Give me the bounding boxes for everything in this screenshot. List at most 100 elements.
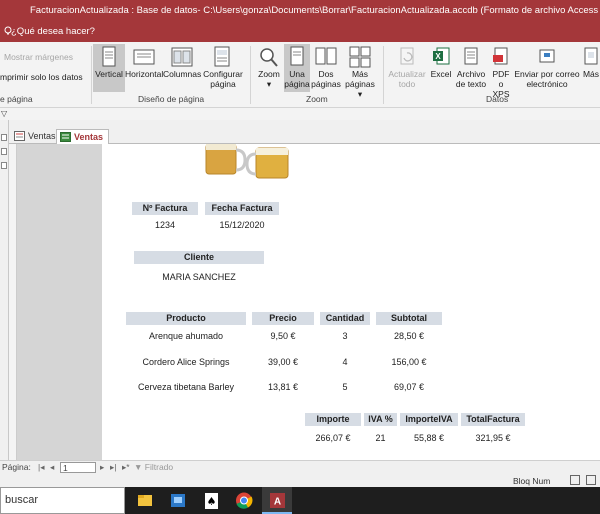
quantity-header: Cantidad [320,312,370,325]
last-page-button[interactable]: ▸| [110,462,116,473]
more-data-button[interactable]: Más [582,44,600,92]
chrome-browser-icon[interactable] [229,487,259,514]
page-size-group: Mostrar márgenes mprimir solo los datos … [0,42,92,108]
columns-label: Columnas [163,69,202,79]
horizontal-button[interactable]: Horizontal [125,44,163,92]
table-cell-quantity: 4 [342,357,348,367]
pdf-icon [493,47,508,65]
email-label-1: Enviar por correo [514,69,580,79]
email-label-2: electrónico [526,79,568,89]
refresh-all-button[interactable]: Actualizar todo [386,44,428,92]
zoom-group-label: Zoom [306,94,328,104]
two-pages-button[interactable]: Dos páginas [311,44,341,92]
tab-ventas-form[interactable]: Ventas [11,129,61,144]
print-data-only-checkbox[interactable]: mprimir solo los datos [0,72,83,82]
photos-app-icon[interactable] [163,487,193,514]
client-value: MARIA SANCHEZ [162,272,236,282]
workspace: Ventas Ventas Nº Factura Fecha Factura 1… [0,120,600,460]
tab-ventas-report[interactable]: Ventas [56,129,110,144]
filter-icon: ▼ [134,462,145,472]
columns-button[interactable]: Columnas [163,44,201,92]
nav-object-icon[interactable] [1,148,7,155]
table-cell-quantity: 5 [342,382,348,392]
report-viewer[interactable]: Nº Factura Fecha Factura 1234 15/12/2020… [17,144,600,460]
excel-label: Excel [430,69,452,79]
tell-me-input[interactable]: ¿Qué desea hacer? [11,22,95,42]
ribbon: Mostrar márgenes mprimir solo los datos … [0,42,600,108]
beer-mugs-logo [205,144,289,179]
export-pdf-button[interactable]: PDF o XPS [489,44,513,99]
table-cell-subtotal: 28,50 € [393,331,425,341]
nav-object-icon[interactable] [1,162,7,169]
one-page-icon [290,46,304,66]
vat-percent-header: IVA % [364,413,397,426]
previous-page-button[interactable]: ◂ [50,462,54,473]
page-layout-group-label: Diseño de página [138,94,205,104]
one-page-label-2: página [284,79,310,89]
show-margins-checkbox[interactable]: Mostrar márgenes [4,52,73,62]
vertical-scrollbar[interactable] [9,144,17,460]
more-export-icon [584,47,598,65]
page-number-input[interactable]: 1 [60,462,96,473]
document-tabs: Ventas Ventas [9,120,600,144]
one-page-button[interactable]: Una página [284,44,310,92]
export-text-button[interactable]: Archivo de texto [454,44,488,92]
page-setup-button[interactable]: Configurar página [201,44,245,92]
access-app-icon[interactable]: A [262,487,292,514]
two-pages-icon [315,47,337,65]
product-header: Producto [126,312,246,325]
print-preview-icon[interactable] [586,475,596,485]
more-data-label: Más [582,69,600,79]
page-navigator-bar: Página: |◂ ◂ 1 ▸ ▸| ▸* ▼ Filtrado [0,460,600,474]
file-explorer-icon[interactable] [130,487,160,514]
data-group-label: Datos [486,94,509,104]
vat-amount-value: 55,88 € [413,433,445,443]
export-excel-button[interactable]: X Excel [429,44,453,92]
navigation-pane-collapsed[interactable] [0,120,9,460]
zoom-label: Zoom [258,69,280,79]
report-icon [60,132,71,142]
two-pages-label-1: Dos [318,69,334,79]
solitaire-icon[interactable]: ♠ [196,487,226,514]
table-cell-product: Cerveza tibetana Barley [137,382,235,392]
send-email-button[interactable]: Enviar por correo electrónico [514,44,580,92]
more-pages-label-1: Más [351,69,369,79]
table-cell-product: Cordero Alice Springs [142,357,230,367]
filter-status[interactable]: ▼ Filtrado [134,462,173,473]
ribbon-separator [383,46,384,104]
ribbon-separator [91,46,92,104]
text-file-icon [464,47,478,65]
client-header: Cliente [134,251,264,264]
more-pages-button[interactable]: Más páginas ▾ [342,44,378,99]
taskbar-search-input[interactable]: buscar [0,487,125,514]
more-pages-dropdown-icon: ▾ [357,89,363,99]
window-title-bar: FacturacionActualizada : Base de datos- … [0,0,600,22]
first-page-button[interactable]: |◂ [38,462,44,473]
page-size-group-label: e página [0,94,33,104]
vertical-button[interactable]: Vertical [93,44,125,92]
report-page: Nº Factura Fecha Factura 1234 15/12/2020… [102,144,600,460]
taskbar: buscar ♠ A [0,487,600,514]
filter-label: Filtrado [144,462,174,472]
refresh-label-2: todo [398,79,416,89]
svg-text:X: X [435,52,441,61]
two-pages-label-2: páginas [311,79,341,89]
chevron-down-icon[interactable]: ▽ [1,109,7,118]
tell-me-bar: ¿Qué desea hacer? [0,22,600,42]
ribbon-separator [250,46,251,104]
invoice-date-header: Fecha Factura [205,202,279,215]
price-header: Precio [252,312,314,325]
next-page-button[interactable]: ▸ [100,462,104,473]
invoice-number-value: 1234 [154,220,176,230]
form-icon [14,131,25,141]
report-view-icon[interactable] [570,475,580,485]
zoom-button[interactable]: Zoom ▾ [254,44,284,92]
table-cell-product: Arenque ahumado [148,331,224,341]
vat-percent-value: 21 [375,433,386,443]
new-record-button[interactable]: ▸* [122,462,130,473]
status-bar: Bloq Num [0,474,600,487]
nav-object-icon[interactable] [1,134,7,141]
svg-text:♠: ♠ [207,495,217,508]
table-cell-subtotal: 69,07 € [393,382,425,392]
table-cell-price: 13,81 € [267,382,299,392]
